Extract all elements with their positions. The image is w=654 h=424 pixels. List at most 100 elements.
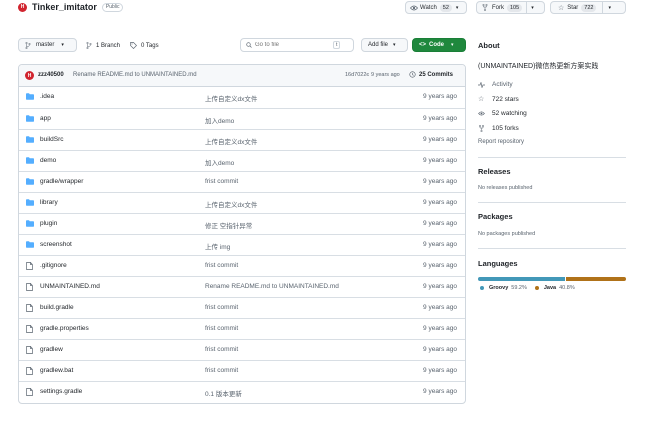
folder-icon	[26, 241, 34, 248]
go-to-file-input[interactable]	[255, 42, 333, 48]
file-list: .idea 上传自定义dx文件 9 years ago app 加入demo 9 year…	[19, 87, 465, 402]
watching-link[interactable]: 52 watching	[478, 110, 527, 117]
file-row[interactable]: buildSrc 上传自定义dx文件 9 years ago	[19, 129, 465, 150]
file-name[interactable]: screenshot	[40, 241, 72, 248]
branch-icon	[25, 41, 31, 49]
star-label: Star	[567, 4, 579, 11]
file-row[interactable]: .idea 上传自定义dx文件 9 years ago	[19, 87, 465, 108]
file-row[interactable]: app 加入demo 9 years ago	[19, 108, 465, 129]
tags-link[interactable]: 0 Tags	[130, 42, 159, 49]
add-file-button[interactable]: Add file ▾	[361, 38, 408, 52]
go-to-file-search[interactable]: t	[240, 38, 354, 52]
commit-message[interactable]: Rename README.md to UNMAINTAINED.md	[73, 72, 197, 78]
file-row[interactable]: gradle.properties frist commit 9 years ago	[19, 318, 465, 339]
language-list: Groovy 59.2% Java 40.8%	[480, 285, 575, 291]
file-row[interactable]: build.gradle frist commit 9 years ago	[19, 297, 465, 318]
stars-label: 722 stars	[492, 95, 519, 103]
releases-empty-text: No releases published	[478, 185, 533, 191]
commit-message[interactable]: 上传自定义dx文件	[205, 93, 257, 103]
stars-link[interactable]: ☆ 722 stars	[478, 95, 519, 104]
file-icon	[26, 367, 33, 375]
branch-selector[interactable]: master ▾	[18, 38, 77, 52]
commit-message[interactable]: frist commit	[205, 178, 238, 185]
commit-message[interactable]: frist commit	[205, 346, 238, 353]
file-row[interactable]: gradlew frist commit 9 years ago	[19, 339, 465, 360]
file-row[interactable]: UNMAINTAINED.md Rename README.md to UNMAI…	[19, 276, 465, 297]
file-name[interactable]: gradle/wrapper	[40, 178, 83, 185]
file-name[interactable]: gradlew	[40, 346, 63, 353]
commit-time: 9 years ago	[423, 115, 457, 122]
file-name[interactable]: buildSrc	[40, 136, 63, 143]
file-name[interactable]: gradle.properties	[40, 325, 89, 332]
language-bar	[478, 277, 626, 281]
chevron-down-icon: ▾	[61, 42, 64, 48]
packages-title[interactable]: Packages	[478, 212, 513, 221]
report-repository-link[interactable]: Report repository	[478, 139, 524, 145]
file-name[interactable]: app	[40, 115, 51, 122]
file-name[interactable]: .idea	[40, 93, 54, 100]
file-row[interactable]: plugin 修正 空指针异常 9 years ago	[19, 213, 465, 234]
commit-time: 9 years ago	[423, 241, 457, 248]
language-item[interactable]: Java 40.8%	[534, 285, 575, 291]
commit-hash[interactable]: 16d7022c	[345, 72, 369, 78]
branch-icon	[86, 42, 92, 49]
commit-message[interactable]: 修正 空指针异常	[205, 220, 252, 230]
file-row[interactable]: library 上传自定义dx文件 9 years ago	[19, 192, 465, 213]
commit-message[interactable]: frist commit	[205, 367, 238, 374]
watch-label: Watch	[420, 4, 437, 11]
commit-message[interactable]: frist commit	[205, 325, 238, 332]
file-name[interactable]: plugin	[40, 220, 57, 227]
file-name[interactable]: demo	[40, 157, 56, 164]
activity-label: Activity	[492, 81, 513, 88]
commits-link[interactable]: 25 Commits	[409, 71, 453, 78]
commit-message[interactable]: Rename README.md to UNMAINTAINED.md	[205, 283, 339, 290]
commit-author[interactable]: zzz40500	[38, 72, 64, 78]
commit-message[interactable]: 上传 img	[205, 241, 230, 251]
star-button[interactable]: ☆ Star 722 ▾	[550, 1, 626, 14]
chevron-down-icon[interactable]: ▾	[608, 5, 611, 11]
branches-link[interactable]: 1 Branch	[86, 42, 120, 49]
forks-link[interactable]: 105 forks	[478, 125, 519, 132]
file-name[interactable]: UNMAINTAINED.md	[40, 283, 100, 290]
commit-message[interactable]: 0.1 版本更新	[205, 388, 242, 398]
file-name[interactable]: library	[40, 199, 58, 206]
file-row[interactable]: .gitignore frist commit 9 years ago	[19, 255, 465, 276]
file-row[interactable]: settings.gradle 0.1 版本更新 9 years ago	[19, 381, 465, 402]
file-row[interactable]: gradle/wrapper frist commit 9 years ago	[19, 171, 465, 192]
file-name[interactable]: settings.gradle	[40, 388, 82, 395]
file-table: H zzz40500 Rename README.md to UNMAINTAI…	[18, 64, 466, 404]
language-name: Java	[543, 285, 557, 291]
fork-button[interactable]: Fork 105 ▾	[476, 1, 545, 14]
commit-time: 9 years ago	[423, 262, 457, 269]
eye-icon	[478, 111, 485, 116]
repo-owner-avatar[interactable]: H	[18, 2, 27, 12]
chevron-down-icon[interactable]: ▾	[456, 5, 459, 11]
commit-message[interactable]: frist commit	[205, 262, 238, 269]
file-row[interactable]: demo 加入demo 9 years ago	[19, 150, 465, 171]
commit-time: 9 years ago	[423, 283, 457, 290]
language-color-dot	[480, 286, 484, 290]
commit-message[interactable]: 加入demo	[205, 115, 234, 125]
divider	[526, 2, 528, 13]
code-button[interactable]: <> Code ▾	[412, 38, 466, 52]
file-row[interactable]: screenshot 上传 img 9 years ago	[19, 234, 465, 255]
visibility-badge: Public	[101, 2, 124, 12]
repo-name[interactable]: Tinker_imitator	[32, 2, 97, 12]
watch-button[interactable]: Watch 52 ▾	[405, 1, 467, 14]
file-name[interactable]: build.gradle	[40, 304, 74, 311]
activity-link[interactable]: Activity	[478, 81, 513, 88]
fork-icon	[479, 125, 484, 132]
chevron-down-icon: ▾	[393, 42, 396, 48]
releases-title[interactable]: Releases	[478, 167, 511, 176]
language-item[interactable]: Groovy 59.2%	[480, 285, 527, 291]
commit-message[interactable]: 加入demo	[205, 157, 234, 167]
author-avatar[interactable]: H	[25, 71, 34, 80]
file-row[interactable]: gradlew.bat frist commit 9 years ago	[19, 360, 465, 381]
file-name[interactable]: gradlew.bat	[40, 367, 73, 374]
commit-message[interactable]: 上传自定义dx文件	[205, 199, 257, 209]
about-title: About	[478, 41, 500, 50]
commit-message[interactable]: 上传自定义dx文件	[205, 136, 257, 146]
chevron-down-icon[interactable]: ▾	[531, 5, 534, 11]
commit-message[interactable]: frist commit	[205, 304, 238, 311]
file-name[interactable]: .gitignore	[40, 262, 67, 269]
